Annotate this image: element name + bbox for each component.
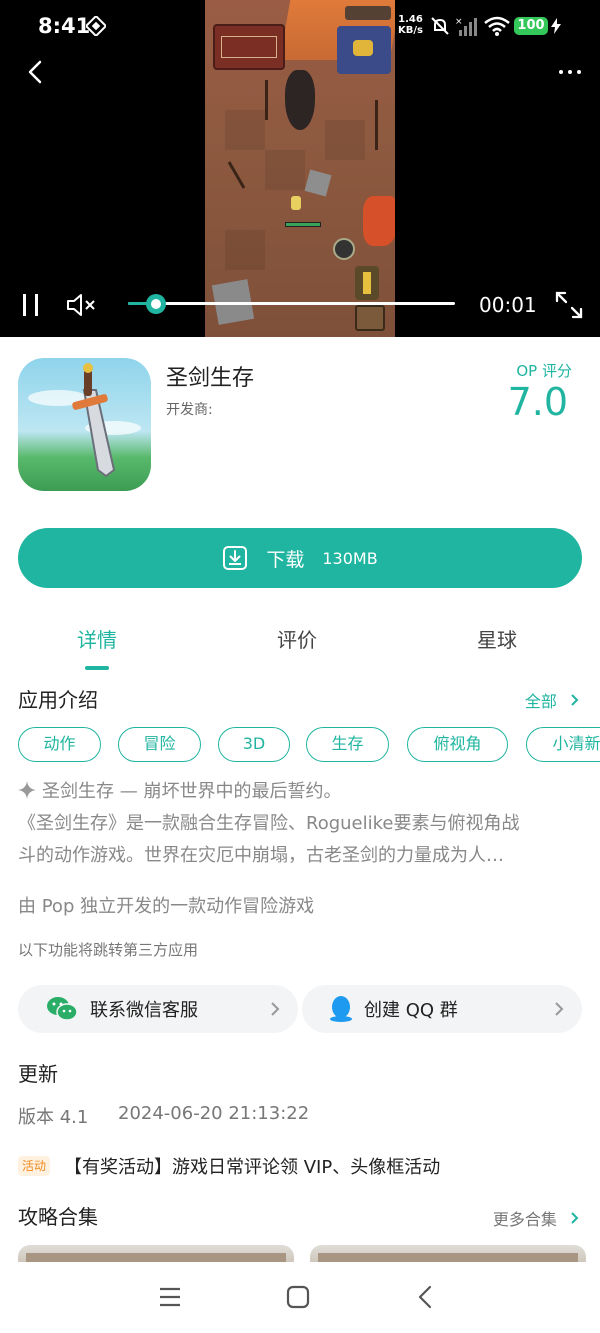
mute-bell-icon xyxy=(431,17,449,35)
activity-badge: 活动 xyxy=(18,1156,51,1176)
tab-planet[interactable]: 星球 xyxy=(437,624,557,653)
create-qq-group-label: 创建 QQ 群 xyxy=(364,1000,458,1021)
pause-icon[interactable] xyxy=(20,292,42,318)
tag-list: 动作 冒险 3D 生存 俯视角 小清新 xyxy=(18,727,600,763)
signal-icon: × xyxy=(455,17,477,36)
back-arrow-icon[interactable] xyxy=(24,58,48,86)
create-qq-group-button[interactable]: 创建 QQ 群 xyxy=(302,985,582,1033)
wechat-service-label: 联系微信客服 xyxy=(90,1000,198,1021)
activity-link[interactable]: 【有奖活动】游戏日常评论领 VIP、头像框活动 xyxy=(64,1153,440,1179)
tag-item[interactable]: 冒险 xyxy=(118,727,201,762)
fullscreen-icon[interactable] xyxy=(554,290,584,320)
tag-item[interactable]: 3D xyxy=(218,727,290,762)
intro-line: 斗的动作游戏。世界在灾厄中崩塌，古老圣剑的力量成为人… xyxy=(18,845,504,866)
download-icon xyxy=(223,546,248,570)
net-speed: 1.46 KB/s xyxy=(398,14,423,36)
system-nav-bar xyxy=(0,1262,600,1333)
video-player[interactable]: 8:41 1.46 KB/s × 100 00:01 xyxy=(0,0,600,337)
mute-icon[interactable] xyxy=(66,292,98,318)
download-button[interactable]: 下载 130MB xyxy=(18,528,582,588)
more-guides-link[interactable]: 更多合集 xyxy=(493,1206,580,1230)
tab-reviews[interactable]: 评价 xyxy=(237,624,357,653)
sword-icon xyxy=(28,363,141,478)
charging-icon xyxy=(551,18,561,34)
app-title: 圣剑生存 xyxy=(166,366,255,391)
guides-title: 攻略合集 xyxy=(18,1205,98,1229)
update-date: 2024-06-20 21:13:22 xyxy=(118,1103,310,1124)
menu-icon[interactable] xyxy=(158,1286,182,1308)
chevron-right-icon xyxy=(271,1002,280,1016)
tag-item[interactable]: 动作 xyxy=(18,727,101,762)
status-bar: 8:41 1.46 KB/s × 100 xyxy=(0,0,600,50)
tag-item[interactable]: 小清新 xyxy=(526,727,600,762)
tab-details[interactable]: 详情 xyxy=(37,624,157,653)
intro-title: 应用介绍 xyxy=(18,688,98,712)
op-score: 7.0 xyxy=(507,380,568,424)
intro-line: 《圣剑生存》是一款融合生存冒险、Roguelike要素与俯视角战 xyxy=(18,813,520,834)
download-label: 下载 xyxy=(266,548,305,571)
progress-track[interactable] xyxy=(128,302,455,305)
battery-indicator: 100 xyxy=(514,17,548,35)
chevron-right-icon xyxy=(555,1002,564,1016)
chevron-right-icon xyxy=(571,1212,579,1224)
svg-text:×: × xyxy=(455,17,463,27)
progress-thumb[interactable] xyxy=(146,294,166,314)
wechat-service-button[interactable]: 联系微信客服 xyxy=(18,985,298,1033)
tab-active-indicator xyxy=(85,666,109,670)
third-party-note: 以下功能将跳转第三方应用 xyxy=(18,941,199,959)
chevron-right-icon xyxy=(571,694,579,706)
developer-label: 开发商: xyxy=(166,402,213,418)
app-icon xyxy=(18,358,151,491)
video-frame xyxy=(205,0,395,337)
qq-icon xyxy=(330,996,352,1022)
wifi-icon xyxy=(484,16,510,36)
more-options-icon[interactable] xyxy=(556,60,584,84)
tag-item[interactable]: 俯视角 xyxy=(407,727,508,762)
wechat-icon xyxy=(47,997,78,1021)
update-title: 更新 xyxy=(18,1062,58,1086)
tab-bar: 详情 评价 星球 xyxy=(0,624,600,670)
sparkle-icon xyxy=(18,781,36,799)
intro-line: 圣剑生存 — 崩坏世界中的最后誓约。 xyxy=(18,776,341,808)
op-score-label: OP 评分 xyxy=(516,362,572,380)
download-size: 130MB xyxy=(322,548,378,568)
nfc-icon xyxy=(86,16,106,36)
intro-developer-line: 由 Pop 独立开发的一款动作冒险游戏 xyxy=(18,896,315,917)
intro-all-link[interactable]: 全部 xyxy=(525,688,580,712)
back-icon[interactable] xyxy=(416,1284,434,1310)
clock: 8:41 xyxy=(38,14,91,38)
elapsed-time: 00:01 xyxy=(479,293,537,317)
home-icon[interactable] xyxy=(286,1285,310,1309)
tag-item[interactable]: 生存 xyxy=(306,727,389,762)
version-label: 版本 4.1 xyxy=(18,1107,89,1128)
